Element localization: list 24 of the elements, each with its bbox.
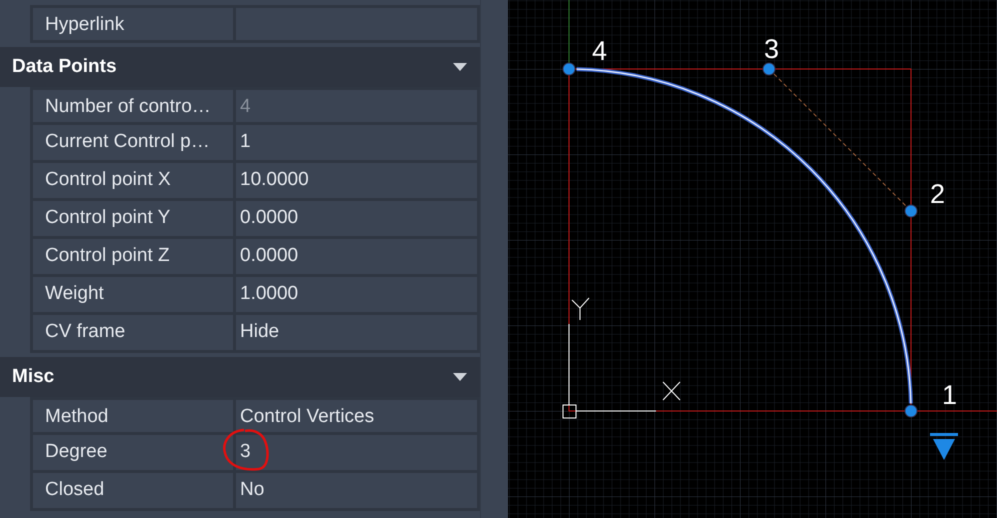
property-label: Control point Y bbox=[30, 201, 236, 236]
section-title: Data Points bbox=[12, 54, 117, 79]
collapse-triangle-icon[interactable] bbox=[452, 62, 468, 72]
property-label: Control point Z bbox=[30, 239, 236, 274]
grip-triangle-icon[interactable] bbox=[930, 433, 958, 460]
point-number: 2 bbox=[930, 179, 946, 209]
collapse-triangle-icon[interactable] bbox=[452, 372, 468, 382]
property-label: Number of contro… bbox=[30, 90, 236, 122]
property-label: Hyperlink bbox=[30, 8, 236, 40]
property-label: Degree bbox=[30, 435, 236, 470]
property-label: Method bbox=[30, 400, 236, 432]
property-label: CV frame bbox=[30, 315, 236, 350]
point-number: 1 bbox=[942, 380, 958, 410]
point-number: 3 bbox=[764, 34, 780, 64]
property-label: Control point X bbox=[30, 163, 236, 198]
property-label: Current Control p… bbox=[30, 125, 236, 160]
property-label: Weight bbox=[30, 277, 236, 312]
property-label: Closed bbox=[30, 473, 236, 508]
spline-curve[interactable] bbox=[576, 67, 913, 404]
section-header[interactable]: Misc bbox=[0, 357, 480, 397]
section-title: Misc bbox=[12, 364, 54, 389]
point-number: 4 bbox=[592, 36, 608, 66]
ucs-icon bbox=[562, 298, 680, 418]
section-header[interactable]: Data Points bbox=[0, 47, 480, 87]
